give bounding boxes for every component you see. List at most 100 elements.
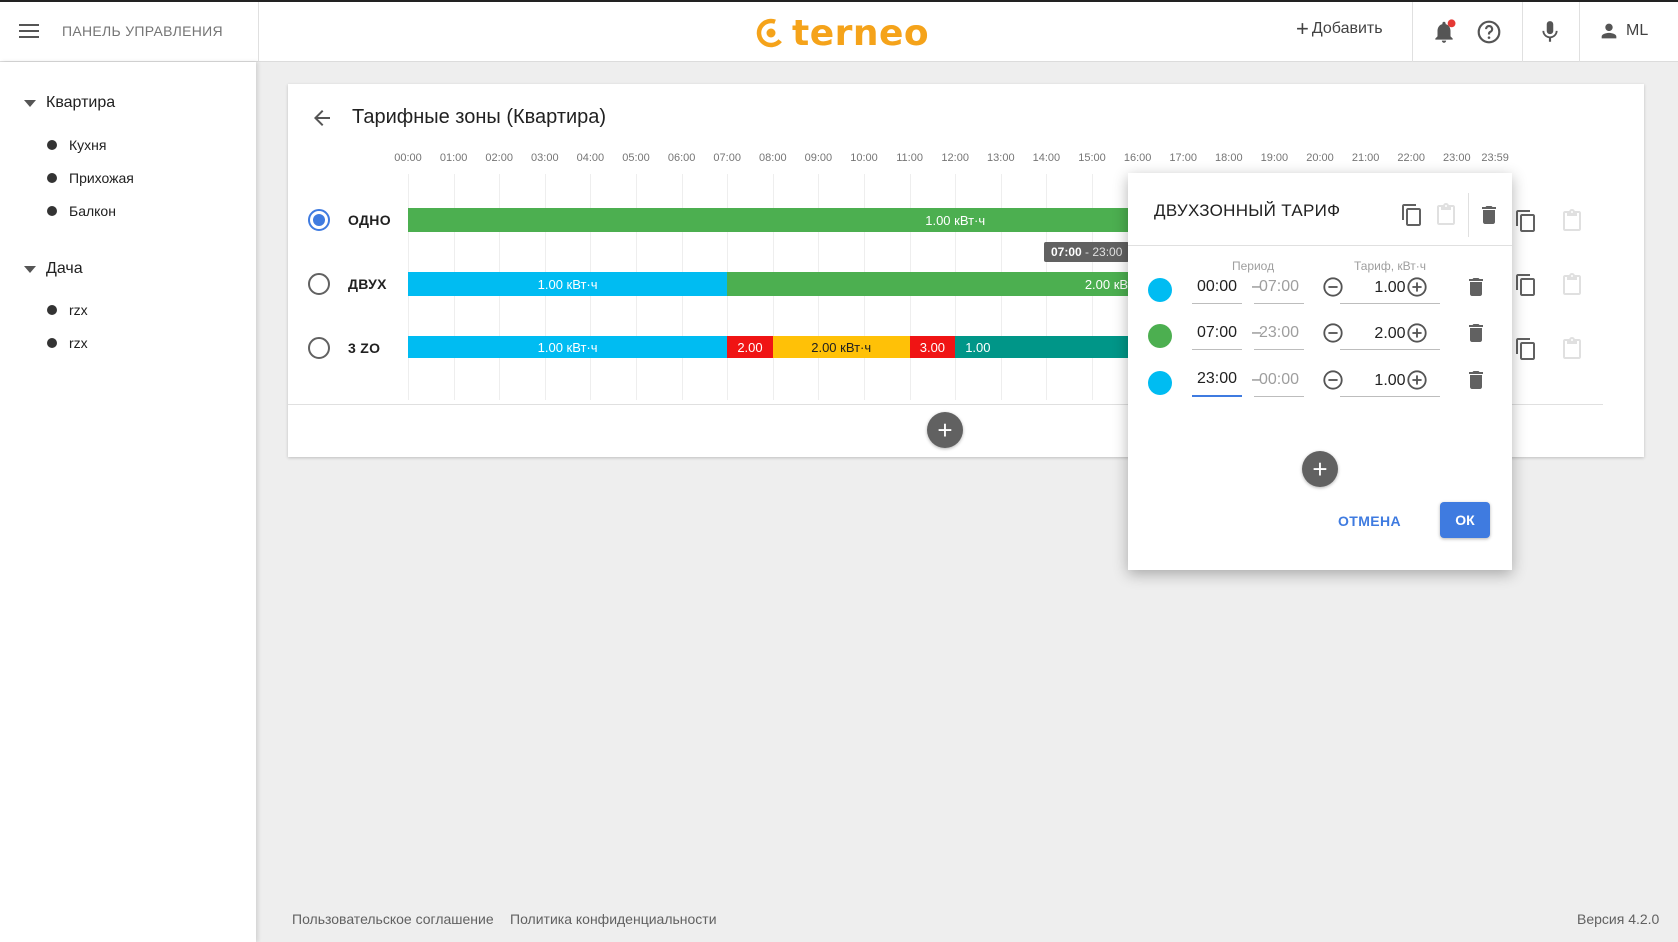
plus-icon: + (1312, 454, 1328, 484)
hour-tick-label: 10:00 (850, 152, 878, 164)
hour-tick-label: 01:00 (439, 152, 468, 164)
hour-tick-label: 23:00 (1443, 152, 1471, 164)
hamburger-menu-icon[interactable] (17, 21, 41, 43)
notifications-bell-icon[interactable] (1431, 19, 1457, 45)
add-zone-button[interactable]: + (1302, 451, 1338, 487)
terneo-logo[interactable]: terneo (756, 12, 930, 54)
hour-tick-label: 07:00 (713, 152, 741, 164)
hour-tick-label: 06:00 (667, 152, 696, 164)
hour-tick-label: 04:00 (576, 152, 605, 164)
hour-tick-label: 17:00 (1169, 152, 1197, 164)
zone-start-time-input[interactable]: 00:00 (1192, 270, 1242, 304)
paste-icon[interactable] (1560, 337, 1584, 361)
dialog-title: ДВУХЗОННЫЙ ТАРИФ (1154, 201, 1341, 220)
copy-icon[interactable] (1514, 273, 1538, 297)
add-tariff-button[interactable]: + (927, 412, 963, 448)
sidebar-item-rzx[interactable]: rzx (47, 302, 88, 318)
hour-tick-label: 03:00 (531, 152, 559, 164)
tariff-zone-row: 23:00–00:00 1.00 (1128, 363, 1512, 403)
hour-tick-label: 13:00 (987, 152, 1015, 164)
hour-tick-label: 00:00 (394, 152, 422, 164)
sidebar-item-label: rzx (69, 335, 88, 351)
tariff-segment[interactable]: 1.00 кВт·ч (408, 272, 728, 296)
sidebar-item-balkon[interactable]: Балкон (47, 203, 116, 219)
header-title: ПАНЕЛЬ УПРАВЛЕНИЯ (62, 23, 223, 39)
caret-down-icon (24, 99, 36, 107)
add-button-label: Добавить (1311, 20, 1383, 37)
increment-icon[interactable] (1406, 369, 1428, 391)
privacy-policy-link[interactable]: Политика конфиденциальности (510, 911, 717, 927)
sidebar-item-rzx[interactable]: rzx (47, 335, 88, 351)
help-icon[interactable] (1476, 19, 1502, 45)
zone-start-time-input[interactable]: 23:00 (1192, 363, 1242, 397)
increment-icon[interactable] (1406, 322, 1428, 344)
header-divider (1579, 2, 1580, 62)
zone-end-time-input[interactable]: 07:00 (1254, 270, 1304, 304)
user-initials: ML (1626, 22, 1649, 39)
zone-color-swatch[interactable] (1148, 324, 1172, 348)
delete-icon[interactable] (1477, 203, 1501, 227)
zone-end-time-input[interactable]: 23:00 (1254, 316, 1304, 350)
row-actions (1514, 273, 1584, 297)
zone-start-time-input[interactable]: 07:00 (1192, 316, 1242, 350)
paste-icon[interactable] (1560, 273, 1584, 297)
tariff-segment[interactable]: 1.00 кВт·ч (408, 336, 728, 358)
hour-tick-label: 08:00 (759, 152, 787, 164)
delete-zone-icon[interactable] (1464, 275, 1488, 299)
caret-down-icon (24, 265, 36, 273)
hour-tick-label: 09:00 (804, 152, 833, 164)
sidebar-group-dacha[interactable]: Дача (24, 260, 83, 278)
copy-icon[interactable] (1400, 203, 1424, 227)
microphone-icon[interactable] (1537, 19, 1563, 45)
back-arrow-icon[interactable] (310, 106, 334, 130)
paste-icon[interactable] (1560, 209, 1584, 233)
tariff-segment[interactable]: 2.00 кВт·ч (772, 336, 910, 358)
delete-zone-icon[interactable] (1464, 368, 1488, 392)
delete-zone-icon[interactable] (1464, 321, 1488, 345)
plus-icon: + (1296, 16, 1309, 41)
header-left: ПАНЕЛЬ УПРАВЛЕНИЯ (0, 2, 259, 62)
tariff-radio[interactable] (308, 273, 330, 295)
sidebar-item-kukhnya[interactable]: Кухня (47, 137, 106, 153)
user-agreement-link[interactable]: Пользовательское соглашение (292, 911, 494, 927)
tariff-edit-dialog: ДВУХЗОННЫЙ ТАРИФ Период Тариф, кВт·ч 00:… (1128, 173, 1512, 570)
sidebar-item-label: rzx (69, 302, 88, 318)
logo-text: terneo (792, 12, 930, 54)
copy-icon[interactable] (1514, 337, 1538, 361)
paste-icon[interactable] (1434, 203, 1458, 227)
decrement-icon[interactable] (1322, 369, 1344, 391)
sidebar-group-kvartira[interactable]: Квартира (24, 94, 115, 112)
tariff-row-name: ДВУХ (348, 276, 387, 292)
tariff-segment[interactable]: 2.00 (727, 336, 773, 358)
dialog-divider (1128, 245, 1512, 246)
device-dot-icon (47, 173, 57, 183)
hour-tick-label: 12:00 (941, 152, 969, 164)
row-actions (1514, 337, 1584, 361)
plus-icon: + (937, 415, 953, 445)
tariff-segment[interactable]: 3.00 (909, 336, 956, 358)
hour-tick-label: 15:00 (1078, 152, 1106, 164)
tariff-row-name: ОДНО (348, 212, 391, 228)
zone-color-swatch[interactable] (1148, 371, 1172, 395)
sidebar-group-label: Дача (46, 260, 83, 277)
app-version: Версия 4.2.0 (1577, 911, 1660, 927)
hour-tick-label: 16:00 (1123, 152, 1152, 164)
increment-icon[interactable] (1406, 276, 1428, 298)
sidebar-item-prikhozhaya[interactable]: Прихожая (47, 170, 134, 186)
tariff-radio[interactable] (308, 337, 330, 359)
hour-tick-label: 19:00 (1260, 152, 1289, 164)
user-menu[interactable]: ML (1598, 20, 1648, 42)
decrement-icon[interactable] (1322, 322, 1344, 344)
cancel-button[interactable]: ОТМЕНА (1338, 513, 1401, 529)
zone-end-time-input[interactable]: 00:00 (1254, 363, 1304, 397)
zone-color-swatch[interactable] (1148, 278, 1172, 302)
sidebar-item-label: Балкон (69, 203, 116, 219)
tariff-radio[interactable] (308, 209, 330, 231)
decrement-icon[interactable] (1322, 276, 1344, 298)
sidebar-item-label: Кухня (69, 137, 107, 153)
page-title: Тарифные зоны (Квартира) (352, 106, 607, 128)
header-divider (1522, 2, 1523, 62)
add-button[interactable]: + Добавить (1296, 16, 1383, 41)
copy-icon[interactable] (1514, 209, 1538, 233)
ok-button[interactable]: ОК (1440, 502, 1490, 538)
